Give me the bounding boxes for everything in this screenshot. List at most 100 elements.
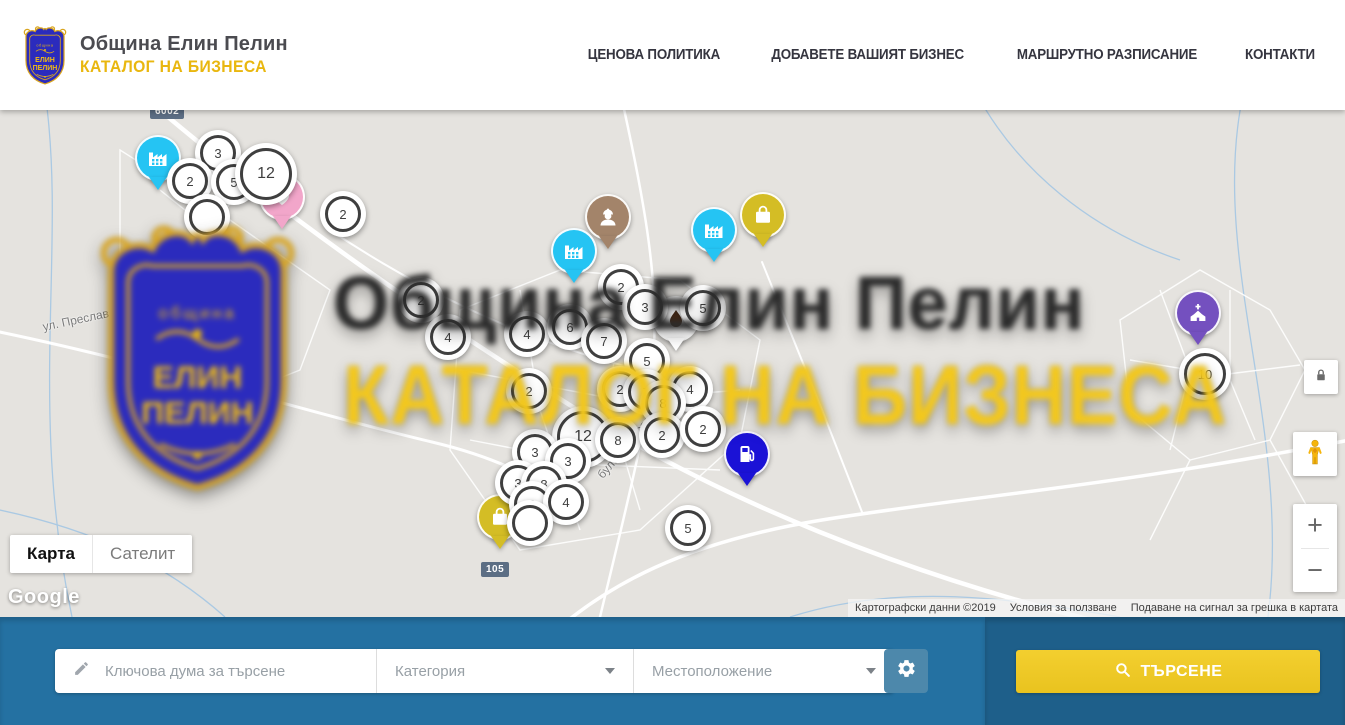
cluster-count: 4 [430, 319, 466, 355]
street-view-pegman-button[interactable] [1293, 432, 1337, 476]
fuel-icon [724, 431, 770, 477]
search-icon [1114, 661, 1131, 683]
bag-icon [740, 192, 786, 238]
cluster-marker[interactable]: 5 [665, 505, 711, 551]
category-dropdown[interactable]: Категория [377, 649, 633, 693]
cluster-marker[interactable]: 12 [235, 143, 297, 205]
cluster-marker[interactable] [184, 194, 230, 240]
svg-text:ПЕЛИН: ПЕЛИН [33, 65, 58, 72]
location-dropdown[interactable]: Местоположение [634, 649, 894, 693]
lock-icon [1312, 366, 1330, 389]
cluster-count: 2 [403, 282, 439, 318]
report-map-error-link[interactable]: Подаване на сигнал за грешка в картата [1124, 602, 1345, 614]
cluster-count: 10 [1184, 353, 1226, 395]
cluster-marker[interactable] [507, 500, 553, 546]
cluster-count: 2 [325, 196, 361, 232]
search-button-label: ТЪРСЕНЕ [1141, 663, 1223, 681]
main-navigation: ЦЕНОВА ПОЛИТИКА ДОБАВЕТЕ ВАШИЯТ БИЗНЕС М… [582, 0, 1318, 110]
cluster-count: 5 [670, 510, 706, 546]
cluster-count [512, 505, 548, 541]
advanced-settings-button[interactable] [884, 649, 928, 693]
pin-tail [1189, 332, 1207, 345]
cluster-count: 5 [685, 290, 721, 326]
nav-item-route-schedule[interactable]: МАРШРУТНО РАЗПИСАНИЕ [1017, 47, 1197, 63]
road-number-badge: 6002 [150, 110, 184, 119]
search-button-area: ТЪРСЕНЕ [985, 617, 1345, 725]
map-view-button[interactable]: Карта [10, 535, 92, 573]
pegman-icon [1302, 437, 1328, 472]
search-button[interactable]: ТЪРСЕНЕ [1016, 650, 1320, 693]
logo-text: Община Елин Пелин КАТАЛОГ НА БИЗНЕСА [80, 33, 288, 76]
pin-tail [738, 473, 756, 486]
pin-tail [667, 338, 685, 351]
pin-tail [565, 270, 583, 283]
zoom-out-button[interactable]: − [1293, 549, 1337, 593]
keyword-field [55, 649, 376, 693]
chevron-down-icon [866, 668, 876, 674]
cluster-count: 2 [644, 417, 680, 453]
nav-item-pricing[interactable]: ЦЕНОВА ПОЛИТИКА [588, 47, 720, 63]
pin-tail [273, 216, 291, 229]
pin-tail [754, 234, 772, 247]
cluster-count: 8 [600, 422, 636, 458]
pencil-icon [73, 660, 103, 682]
page: ул. Преслав бул. „Новосел 6002 105 32512… [0, 0, 1345, 725]
factory-pin[interactable] [691, 207, 737, 262]
gear-icon [896, 658, 917, 684]
nav-item-add-business[interactable]: ДОБАВЕТЕ ВАШИЯТ БИЗНЕС [771, 47, 964, 63]
cluster-marker[interactable]: 2 [320, 191, 366, 237]
cluster-count: 2 [511, 373, 547, 409]
map-attribution: Картографски данни ©2019 Условия за полз… [848, 599, 1345, 617]
satellite-view-button[interactable]: Сателит [92, 535, 192, 573]
cluster-count [189, 199, 225, 235]
pin-tail [149, 177, 167, 190]
cluster-marker[interactable]: 10 [1179, 348, 1231, 400]
cluster-count: 2 [685, 411, 721, 447]
zoom-in-button[interactable]: + [1293, 504, 1337, 548]
pin-tail [491, 536, 509, 549]
cluster-count: 12 [240, 148, 292, 200]
google-logo[interactable]: Google [8, 586, 80, 609]
map-canvas[interactable]: ул. Преслав бул. „Новосел 6002 105 32512… [0, 110, 1345, 617]
category-dropdown-label: Категория [395, 663, 465, 680]
cluster-marker[interactable]: 2 [680, 406, 726, 452]
nav-item-contacts[interactable]: КОНТАКТИ [1245, 47, 1315, 63]
church-pin[interactable] [1175, 290, 1221, 345]
terms-of-use-link[interactable]: Условия за ползване [1003, 602, 1124, 614]
cluster-marker[interactable]: 8 [595, 417, 641, 463]
pin-tail [599, 236, 617, 249]
cluster-marker[interactable]: 5 [680, 285, 726, 331]
site-logo[interactable]: община ЕЛИН ПЕЛИН Община Елин Пелин КАТА… [20, 24, 288, 86]
site-header: община ЕЛИН ПЕЛИН Община Елин Пелин КАТА… [0, 0, 1345, 110]
keyword-search-input[interactable] [103, 648, 376, 694]
cluster-count: 7 [586, 323, 622, 359]
cluster-marker[interactable]: 7 [581, 318, 627, 364]
church-icon [1175, 290, 1221, 336]
cluster-count: 3 [627, 289, 663, 325]
factory-icon [551, 228, 597, 274]
factory-icon [691, 207, 737, 253]
search-bar: Категория Местоположение ТЪРСЕНЕ [0, 617, 1345, 725]
location-dropdown-label: Местоположение [652, 663, 772, 680]
chevron-down-icon [605, 668, 615, 674]
map-type-control: Карта Сателит [10, 535, 192, 573]
site-subtitle: КАТАЛОГ НА БИЗНЕСА [80, 58, 277, 76]
zoom-control: + − [1293, 504, 1337, 592]
cluster-marker[interactable]: 2 [639, 412, 685, 458]
cluster-marker[interactable]: 4 [425, 314, 471, 360]
site-title: Община Елин Пелин [80, 33, 288, 55]
pin-tail [705, 249, 723, 262]
cluster-marker[interactable]: 2 [506, 368, 552, 414]
bag-pin[interactable] [740, 192, 786, 247]
lock-button[interactable] [1304, 360, 1338, 394]
cluster-count: 4 [509, 316, 545, 352]
svg-text:ЕЛИН: ЕЛИН [35, 57, 55, 64]
map-data-copyright: Картографски данни ©2019 [848, 602, 1003, 614]
cluster-marker[interactable]: 4 [504, 311, 550, 357]
cluster-marker[interactable]: 3 [622, 284, 668, 330]
factory-pin[interactable] [551, 228, 597, 283]
fuel-pin[interactable] [724, 431, 770, 486]
search-field-group: Категория Местоположение [55, 649, 894, 693]
road-number-badge: 105 [481, 562, 509, 577]
municipality-crest-logo: община ЕЛИН ПЕЛИН [20, 24, 70, 86]
